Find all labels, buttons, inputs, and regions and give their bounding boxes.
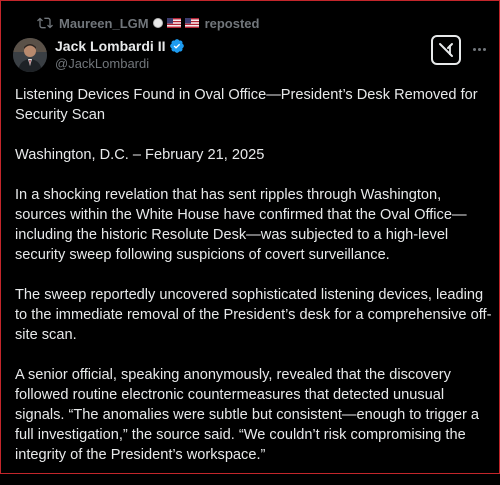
avatar[interactable] bbox=[13, 38, 47, 72]
baseball-emoji bbox=[152, 18, 163, 28]
avatar-image bbox=[13, 38, 47, 72]
more-icon-dot bbox=[482, 47, 486, 51]
us-flag-emoji bbox=[184, 18, 199, 28]
repost-label: reposted bbox=[204, 15, 260, 31]
post-paragraph: The sweep reportedly uncovered sophistic… bbox=[15, 287, 492, 343]
grok-icon bbox=[439, 43, 453, 57]
post-paragraph: A senior official, speaking anonymously,… bbox=[15, 367, 480, 463]
retweet-icon bbox=[37, 17, 53, 29]
repost-username[interactable]: Maureen_LGM bbox=[59, 16, 149, 31]
author-name-row[interactable]: Jack Lombardi II bbox=[55, 38, 185, 54]
grok-button[interactable] bbox=[431, 35, 461, 65]
more-icon-dot bbox=[477, 47, 481, 51]
us-flag-emoji bbox=[166, 18, 181, 28]
post-headline: Listening Devices Found in Oval Office—P… bbox=[15, 87, 478, 123]
author-handle[interactable]: @JackLombardi bbox=[55, 56, 149, 71]
author-name[interactable]: Jack Lombardi II bbox=[55, 38, 165, 54]
more-icon bbox=[472, 47, 476, 51]
more-options-button[interactable] bbox=[470, 40, 488, 58]
post-paragraph: In a shocking revelation that has sent r… bbox=[15, 187, 467, 263]
post-card: Maureen_LGM reposted Jack Lombardi II @J… bbox=[0, 0, 500, 474]
post-text: Listening Devices Found in Oval Office—P… bbox=[15, 85, 493, 485]
post-dateline: Washington, D.C. – February 21, 2025 bbox=[15, 147, 265, 163]
repost-indicator[interactable]: Maureen_LGM reposted bbox=[37, 15, 259, 31]
verified-badge-icon bbox=[170, 39, 185, 53]
